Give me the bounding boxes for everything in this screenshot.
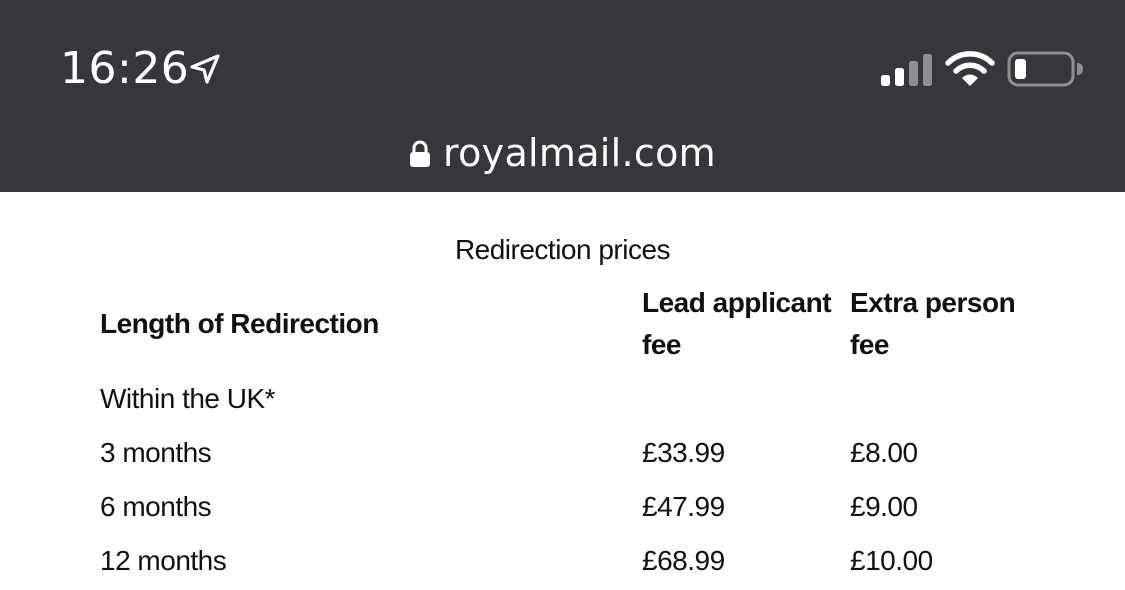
row-3-months-lead-fee: £33.99 [642, 437, 725, 468]
lock-icon [410, 140, 431, 167]
row-12-months-length: 12 months [100, 545, 227, 576]
cellular-signal-icon [881, 54, 932, 86]
section-within-uk: Within the UK* [100, 383, 276, 414]
url-text: royalmail.com [443, 131, 716, 175]
status-time: 16:26 [60, 43, 190, 94]
header-extra-person-fee-line2: fee [850, 329, 889, 360]
row-3-months-length: 3 months [100, 437, 212, 468]
row-12-months-extra-fee: £10.00 [850, 545, 933, 576]
wifi-icon [945, 51, 995, 86]
header-lead-applicant-fee-line2: fee [642, 329, 681, 360]
battery-icon [1007, 51, 1083, 87]
row-6-months-lead-fee: £47.99 [642, 491, 725, 522]
page-content: Redirection prices Length of Redirection… [0, 192, 1125, 590]
header-lead-applicant-fee-line1: Lead applicant [642, 287, 832, 318]
address-bar[interactable]: royalmail.com [0, 128, 1125, 178]
status-bar: 16:26 royalmail.com [0, 0, 1125, 192]
row-3-months-extra-fee: £8.00 [850, 437, 918, 468]
header-extra-person-fee-line1: Extra person [850, 287, 1016, 318]
table-caption: Redirection prices [454, 234, 671, 265]
header-length-of-redirection: Length of Redirection [100, 308, 379, 339]
row-6-months-length: 6 months [100, 491, 212, 522]
location-arrow-icon [190, 54, 220, 84]
row-12-months-lead-fee: £68.99 [642, 545, 725, 576]
row-6-months-extra-fee: £9.00 [850, 491, 918, 522]
